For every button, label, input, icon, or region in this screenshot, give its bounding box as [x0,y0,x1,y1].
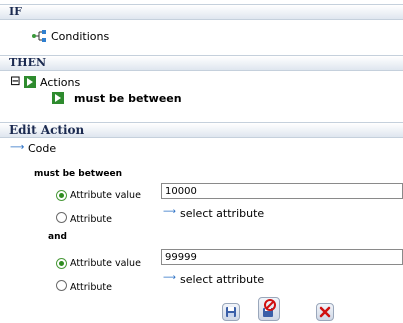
cancel-button[interactable] [316,303,334,321]
and-label: and [48,232,67,242]
delete-record-button[interactable] [258,297,280,321]
code-label[interactable]: Code [28,142,56,155]
edit-action-header: Edit Action [0,122,403,138]
select-attribute-arrow-icon-2: ⟶ [163,273,176,283]
if-header: IF [0,4,403,20]
code-arrow-icon: ⟶ [10,142,25,153]
attribute-radio-1[interactable] [56,212,67,223]
action-rule-label[interactable]: must be between [74,92,182,105]
attribute-label-1: Attribute [70,214,112,225]
collapse-toggle-icon[interactable]: ⊟ [10,75,21,88]
select-attribute-link-1[interactable]: select attribute [180,207,264,220]
select-attribute-arrow-icon-1: ⟶ [163,207,176,217]
attribute-value-label-1: Attribute value [70,190,141,201]
value-input-2[interactable] [161,249,403,265]
value-input-1[interactable] [161,183,403,199]
save-button[interactable] [222,303,240,321]
conditions-icon [31,30,47,45]
cancel-icon [319,306,331,318]
attribute-value-radio-1[interactable] [56,190,67,201]
delete-record-icon [263,299,276,317]
conditions-label[interactable]: Conditions [51,30,109,43]
attribute-value-radio-2[interactable] [56,258,67,269]
save-icon [226,307,236,317]
attribute-radio-2[interactable] [56,280,67,291]
actions-label[interactable]: Actions [40,76,80,89]
select-attribute-link-2[interactable]: select attribute [180,273,264,286]
attribute-label-2: Attribute [70,282,112,293]
attribute-value-label-2: Attribute value [70,258,141,269]
action-item-icon [52,92,64,107]
rule-label: must be between [34,169,123,179]
then-header: THEN [0,55,403,71]
actions-icon [24,76,36,91]
